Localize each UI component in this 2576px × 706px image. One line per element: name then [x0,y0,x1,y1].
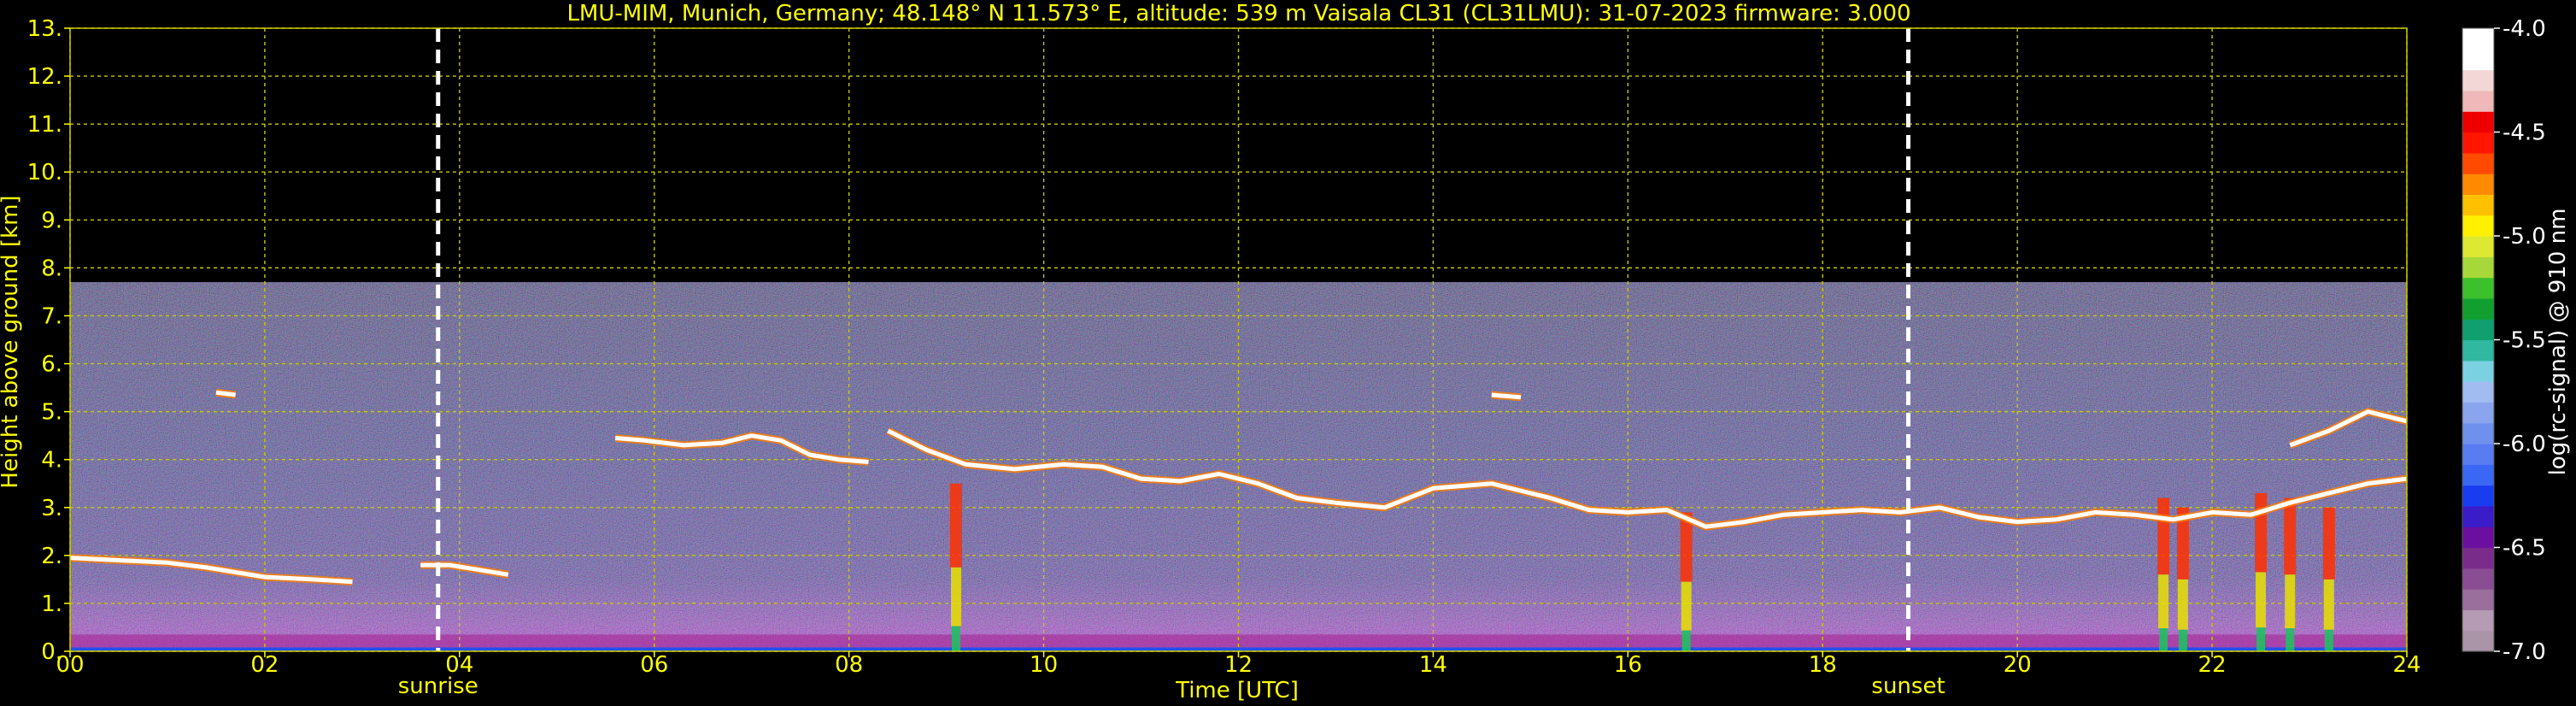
y-tick-label: 10. [27,160,62,185]
y-tick-label: 7. [41,303,62,329]
precip-streak-lower [2286,628,2295,651]
y-tick-label: 9. [41,208,62,233]
colorbar-tick-label: -5.0 [2503,224,2546,250]
precip-streak-upper [2255,492,2268,573]
precip-streak [2284,497,2297,651]
cloud-base-layer [1491,392,1522,400]
colorbar-segment [2462,277,2494,299]
precip-streak-upper [950,483,963,568]
colorbar-segment [2462,297,2494,320]
precip-streak-middle [2323,579,2334,630]
colorbar-segment [2462,49,2494,71]
precip-streak-middle [2256,572,2267,628]
colorbar-segment [2462,111,2494,133]
precip-streak-lower [1681,630,1691,651]
x-tick-label: 20 [2004,652,2032,678]
colorbar-segment [2462,505,2494,527]
precip-streak-middle [2158,574,2169,629]
precip-streak-lower [952,626,961,651]
x-tick-label: 08 [835,652,863,678]
precip-streak-upper [2322,507,2335,580]
precip-streak-lower [2178,629,2187,651]
colorbar-segment [2462,547,2494,569]
x-tick-label: 04 [445,652,473,678]
precip-streak-middle [951,567,962,627]
precip-streak [1680,512,1693,651]
x-tick-label: 24 [2392,652,2421,678]
y-tick-label: 13. [27,16,62,42]
precip-streak-upper [2157,497,2170,575]
colorbar-segment [2462,69,2494,91]
colorbar-segment [2462,485,2494,507]
colorbar-tick-label: -6.0 [2503,432,2546,457]
colorbar-segment [2462,360,2494,382]
colorbar-tick-label: -4.0 [2503,16,2546,42]
x-tick-label: 10 [1030,652,1058,678]
colorbar-segment [2462,256,2494,279]
y-tick-label: 8. [41,256,62,281]
y-tick-label: 4. [41,448,62,474]
y-axis-label: Height above ground [km] [0,195,23,488]
x-tick-label: 22 [2198,652,2227,678]
colorbar-segment [2462,236,2494,257]
colorbar-segment [2462,194,2494,216]
colorbar-segment [2462,381,2494,403]
y-tick-label: 3. [41,496,62,521]
precip-streak-middle [2177,579,2188,630]
precip-streak-upper [2284,497,2297,575]
x-tick-label: 06 [640,652,668,678]
colorbar-segment [2462,319,2494,341]
colorbar-segment [2462,609,2494,632]
colorbar-segment [2462,630,2494,652]
y-tick-label: 12. [27,64,62,90]
y-tick-label: 11. [27,112,62,138]
colorbar-segment [2462,422,2494,444]
colorbar-segment [2462,339,2494,362]
x-axis-label: Time [UTC] [1175,678,1299,703]
colorbar-segment [2462,28,2494,50]
x-tick-label: 12 [1224,652,1253,678]
annotation-label: sunset [1871,674,1945,699]
colorbar-segment [2462,444,2494,465]
y-tick-label: 1. [41,591,62,617]
precip-streak-middle [1681,581,1692,631]
chart-title: LMU-MIM, Munich, Germany; 48.148° N 11.5… [566,1,1910,26]
cloud-base-layer [215,390,237,397]
precip-streak [950,483,963,651]
precip-streak [2176,507,2189,651]
colorbar-segment [2462,132,2494,154]
colorbar-segment [2462,589,2494,610]
precip-streak-lower [2159,628,2168,651]
colorbar-segment [2462,568,2494,590]
colorbar-segment [2462,215,2494,237]
colorbar-segment [2462,527,2494,549]
colorbar-tick-label: -4.5 [2503,121,2546,146]
y-tick-label: 6. [41,352,62,378]
precip-streak-lower [2256,627,2266,651]
x-tick-label: 14 [1419,652,1447,678]
colorbar-label: log(rc-signal) @ 910 nm [2545,209,2571,476]
x-tick-label: 16 [1614,652,1642,678]
x-tick-label: 18 [1809,652,1837,678]
ceilometer-chart: sunrise sunset 00 02 04 06 08 10 12 14 16 18 20 22 24… [0,0,2576,706]
colorbar-segment [2462,90,2494,112]
colorbar-segment [2462,152,2494,174]
precip-streak-lower [2324,629,2333,651]
y-tick-label: 5. [41,400,62,426]
precip-streak [2322,507,2335,651]
colorbar-tick-label: -5.5 [2503,328,2546,354]
colorbar-segment [2462,464,2494,486]
y-tick-label: 2. [41,544,62,569]
colorbar-segment [2462,174,2494,195]
colorbar-segment [2462,402,2494,424]
y-tick-label: 0. [41,639,62,665]
colorbar-tick-label: -6.5 [2503,536,2546,562]
x-tick-label: 02 [250,652,279,678]
colorbar-tick-label: -7.0 [2503,639,2546,665]
precip-streak-middle [2285,574,2296,629]
